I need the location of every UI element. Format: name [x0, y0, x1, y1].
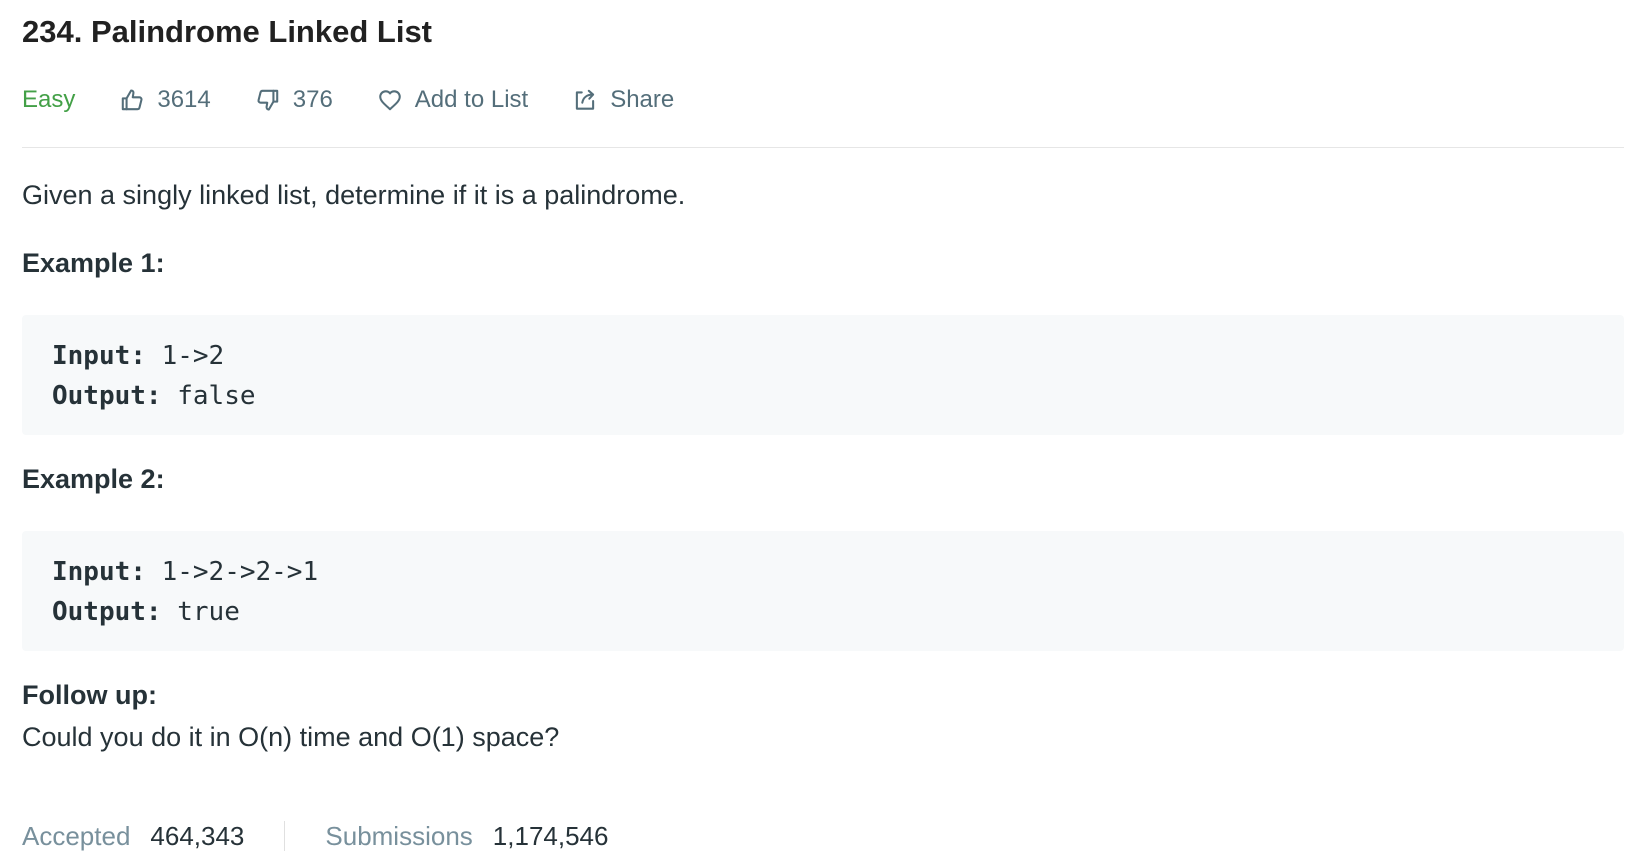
submission-stats: Accepted 464,343 Submissions 1,174,546 [22, 814, 608, 858]
add-to-list-label: Add to List [414, 86, 529, 113]
example-2-output: Output: true [52, 597, 240, 627]
heart-icon [379, 90, 401, 111]
example-1-input: Input: 1->2 [52, 341, 225, 371]
thumbs-up-icon [122, 89, 143, 111]
stats-separator [284, 821, 286, 851]
thumbs-down-icon [257, 89, 278, 111]
problem-description: Given a singly linked list, determine if… [22, 180, 686, 210]
example-1-heading: Example 1: [22, 248, 165, 278]
like-button[interactable]: 3614 [119, 86, 211, 114]
add-to-list-button[interactable]: Add to List [377, 86, 528, 114]
share-button[interactable]: Share [572, 86, 674, 114]
example-2-heading: Example 2: [22, 464, 165, 494]
dislike-button[interactable]: 376 [255, 86, 333, 114]
example-1-output: Output: false [52, 381, 256, 411]
follow-up-heading: Follow up: [22, 680, 157, 710]
example-1-code: Input: 1->2 Output: false [22, 315, 1624, 435]
follow-up-text: Could you do it in O(n) time and O(1) sp… [22, 722, 560, 752]
example-2-code: Input: 1->2->2->1 Output: true [22, 531, 1624, 651]
problem-title: 234. Palindrome Linked List [22, 14, 433, 49]
accepted-label: Accepted [22, 820, 131, 851]
submissions-value: 1,174,546 [492, 820, 609, 851]
divider [22, 147, 1624, 148]
problem-meta-bar: Easy 3614 376 Add to List Share [22, 78, 718, 122]
dislike-count: 376 [292, 86, 333, 113]
problem-page: 234. Palindrome Linked List Easy 3614 37… [0, 0, 1646, 860]
difficulty-badge: Easy [22, 86, 76, 113]
submissions-label: Submissions [325, 820, 473, 851]
accepted-value: 464,343 [150, 820, 245, 851]
example-2-input: Input: 1->2->2->1 [52, 557, 319, 587]
share-icon [576, 89, 595, 110]
share-label: Share [610, 86, 675, 113]
like-count: 3614 [157, 86, 211, 113]
